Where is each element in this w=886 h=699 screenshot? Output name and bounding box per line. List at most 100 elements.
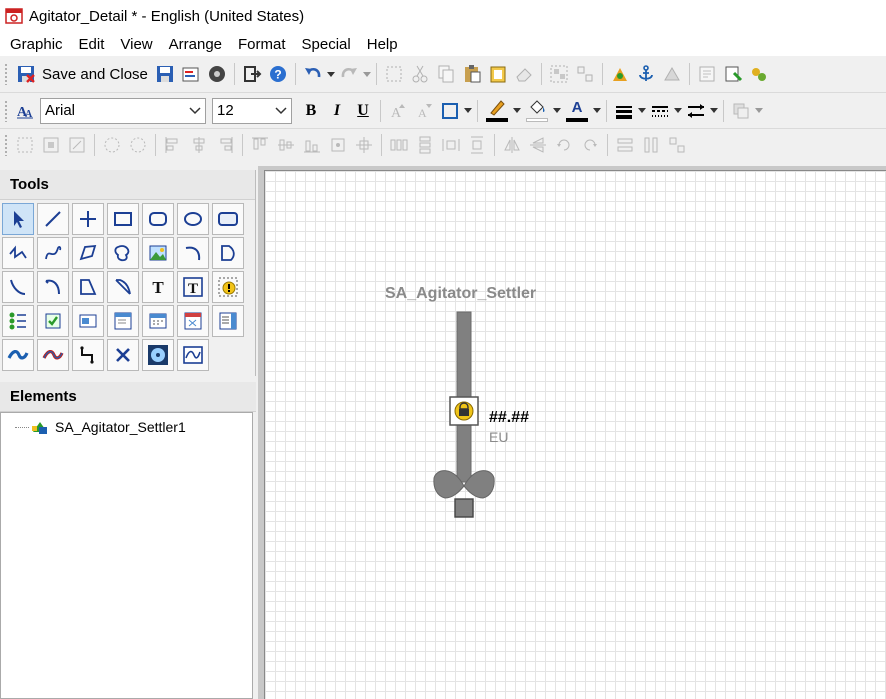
decrease-font-button[interactable]: A <box>411 98 437 124</box>
toolbar-grip[interactable] <box>4 63 8 85</box>
line-weight-button[interactable] <box>611 98 637 124</box>
edit-symbol-button[interactable] <box>659 61 685 87</box>
line-style-dropdown[interactable] <box>673 100 683 122</box>
paste-special-button[interactable] <box>485 61 511 87</box>
align-middle-button[interactable] <box>273 132 299 158</box>
tool-pipe-2[interactable] <box>37 339 69 371</box>
tool-ellipse[interactable] <box>177 203 209 235</box>
line-color-button[interactable] <box>482 98 512 124</box>
copy-button[interactable] <box>433 61 459 87</box>
tool-polyline[interactable] <box>2 237 34 269</box>
tool-calendar[interactable] <box>142 305 174 337</box>
make-same-width-button[interactable] <box>612 132 638 158</box>
align-top-button[interactable] <box>247 132 273 158</box>
menu-help[interactable]: Help <box>359 36 406 53</box>
tool-media[interactable] <box>142 339 174 371</box>
tool-checkbox[interactable] <box>37 305 69 337</box>
line-weight-dropdown[interactable] <box>637 100 647 122</box>
arrange-button-5[interactable] <box>125 132 151 158</box>
distribute-h-button[interactable] <box>386 132 412 158</box>
select-all-button[interactable] <box>381 61 407 87</box>
border-dropdown[interactable] <box>463 100 473 122</box>
font-name-select[interactable]: Arial <box>40 97 206 124</box>
text-color-button[interactable]: A <box>562 98 592 124</box>
space-v-button[interactable] <box>464 132 490 158</box>
ungroup-button[interactable] <box>572 61 598 87</box>
tool-text[interactable]: T <box>142 271 174 303</box>
distribute-v-button[interactable] <box>412 132 438 158</box>
border-button[interactable] <box>437 98 463 124</box>
tool-rectangle[interactable] <box>107 203 139 235</box>
fill-color-dropdown[interactable] <box>552 100 562 122</box>
properties-button[interactable] <box>694 61 720 87</box>
menu-edit[interactable]: Edit <box>71 36 113 53</box>
rotate-ccw-button[interactable] <box>577 132 603 158</box>
tool-textbox[interactable]: T <box>177 271 209 303</box>
tool-image[interactable] <box>142 237 174 269</box>
flip-h-button[interactable] <box>499 132 525 158</box>
anchor-button[interactable] <box>633 61 659 87</box>
save-as-button[interactable] <box>178 61 204 87</box>
tool-pointer[interactable] <box>2 203 34 235</box>
tool-datetime[interactable] <box>177 305 209 337</box>
value-display[interactable]: ##.## <box>489 409 529 427</box>
menu-special[interactable]: Special <box>294 36 359 53</box>
tool-pie-2[interactable] <box>107 271 139 303</box>
tool-delete-connector[interactable] <box>107 339 139 371</box>
font-style-button[interactable]: AA <box>12 98 38 124</box>
toolbar-grip[interactable] <box>4 99 8 122</box>
tool-arc[interactable] <box>177 237 209 269</box>
tool-line[interactable] <box>37 203 69 235</box>
tool-combo-box[interactable] <box>107 305 139 337</box>
erase-button[interactable] <box>511 61 537 87</box>
tool-connector[interactable] <box>72 339 104 371</box>
line-color-dropdown[interactable] <box>512 100 522 122</box>
undo-button[interactable] <box>300 61 326 87</box>
align-centers-button[interactable] <box>325 132 351 158</box>
save-and-close-button[interactable]: Save and Close <box>12 61 152 87</box>
align-left-button[interactable] <box>160 132 186 158</box>
line-style-button[interactable] <box>647 98 673 124</box>
arrange-button-4[interactable] <box>99 132 125 158</box>
redo-dropdown[interactable] <box>362 63 372 85</box>
tool-rounded-rectangle[interactable] <box>142 203 174 235</box>
rotate-cw-button[interactable] <box>551 132 577 158</box>
tool-closed-curve[interactable] <box>107 237 139 269</box>
line-ends-dropdown[interactable] <box>709 100 719 122</box>
arrange-button-3[interactable] <box>64 132 90 158</box>
tool-pipe[interactable] <box>2 339 34 371</box>
menu-view[interactable]: View <box>112 36 160 53</box>
underline-button[interactable]: U <box>350 98 376 124</box>
align-right-button[interactable] <box>212 132 238 158</box>
order-dropdown[interactable] <box>754 100 764 122</box>
menu-arrange[interactable]: Arrange <box>161 36 230 53</box>
tool-chord[interactable] <box>212 237 244 269</box>
make-same-size-button[interactable] <box>664 132 690 158</box>
tool-pie[interactable] <box>37 271 69 303</box>
links-button[interactable] <box>746 61 772 87</box>
tool-trend[interactable] <box>177 339 209 371</box>
flip-v-button[interactable] <box>525 132 551 158</box>
bold-button[interactable]: B <box>298 98 324 124</box>
exit-button[interactable] <box>239 61 265 87</box>
menu-format[interactable]: Format <box>230 36 294 53</box>
tool-hv-line[interactable] <box>72 203 104 235</box>
tool-button[interactable] <box>212 203 244 235</box>
menu-graphic[interactable]: Graphic <box>2 36 71 53</box>
tree-item[interactable]: SA_Agitator_Settler1 <box>15 419 186 435</box>
animation-button[interactable] <box>607 61 633 87</box>
import-button[interactable] <box>720 61 746 87</box>
drawing-canvas[interactable]: SA_Agitator_Settler ##.## EU <box>264 170 886 699</box>
symbol-title[interactable]: SA_Agitator_Settler <box>385 285 536 303</box>
save-button[interactable] <box>152 61 178 87</box>
undo-dropdown[interactable] <box>326 63 336 85</box>
fill-color-button[interactable] <box>522 98 552 124</box>
arrange-button-1[interactable] <box>12 132 38 158</box>
tool-edit-box[interactable] <box>72 305 104 337</box>
agitator-symbol[interactable] <box>425 306 495 526</box>
paste-button[interactable] <box>459 61 485 87</box>
redo-button[interactable] <box>336 61 362 87</box>
tool-radio-group[interactable] <box>2 305 34 337</box>
text-color-dropdown[interactable] <box>592 100 602 122</box>
tool-curve[interactable] <box>37 237 69 269</box>
